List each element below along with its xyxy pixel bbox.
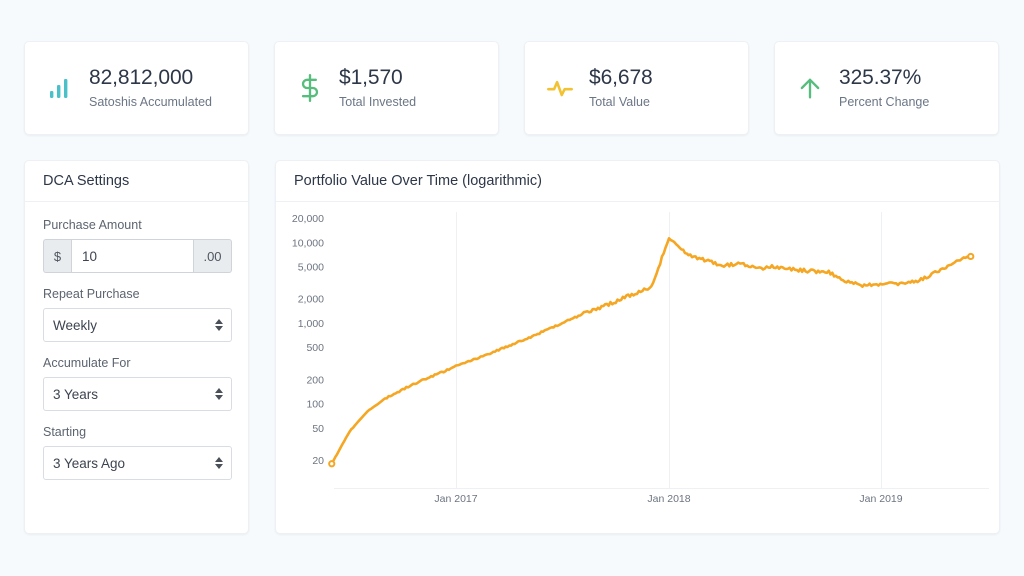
- chart-gridlines: [334, 212, 989, 489]
- starting-value: 3 Years Ago: [43, 446, 232, 480]
- field-repeat-purchase: Repeat Purchase Weekly: [43, 287, 230, 342]
- dollar-sign-icon: [293, 71, 327, 105]
- dashboard-page: 82,812,000 Satoshis Accumulated $1,570 T…: [0, 0, 1024, 576]
- dca-settings-panel: DCA Settings Purchase Amount $ .00 Repea…: [24, 160, 249, 534]
- svg-text:100: 100: [306, 399, 324, 411]
- purchase-amount-label: Purchase Amount: [43, 218, 230, 232]
- svg-text:10,000: 10,000: [292, 237, 324, 249]
- field-accumulate-for: Accumulate For 3 Years: [43, 356, 230, 411]
- stat-value: 325.37%: [839, 66, 929, 90]
- dca-settings-header: DCA Settings: [25, 161, 248, 202]
- svg-text:Jan 2019: Jan 2019: [859, 493, 902, 505]
- dca-settings-title: DCA Settings: [43, 173, 129, 189]
- stat-card-total-value: $6,678 Total Value: [524, 41, 749, 135]
- pulse-icon: [543, 71, 577, 105]
- starting-select[interactable]: 3 Years Ago: [43, 446, 232, 480]
- purchase-amount-input[interactable]: [71, 239, 194, 273]
- portfolio-value-line: [332, 238, 971, 463]
- stats-row: 82,812,000 Satoshis Accumulated $1,570 T…: [24, 41, 1000, 135]
- stat-card-percent-change: 325.37% Percent Change: [774, 41, 999, 135]
- chart-series: [329, 238, 973, 466]
- accumulate-for-label: Accumulate For: [43, 356, 230, 370]
- stat-text: 82,812,000 Satoshis Accumulated: [89, 66, 212, 110]
- stat-text: $1,570 Total Invested: [339, 66, 416, 110]
- chart-x-axis-labels: Jan 2017 Jan 2018 Jan 2019: [434, 493, 902, 505]
- svg-text:2,000: 2,000: [298, 294, 324, 306]
- stat-value: 82,812,000: [89, 66, 212, 90]
- series-start-point: [329, 461, 334, 466]
- stat-label: Satoshis Accumulated: [89, 95, 212, 110]
- accumulate-for-select[interactable]: 3 Years: [43, 377, 232, 411]
- chart-header: Portfolio Value Over Time (logarithmic): [276, 161, 999, 202]
- svg-text:200: 200: [306, 374, 324, 386]
- dca-settings-body: Purchase Amount $ .00 Repeat Purchase We…: [25, 202, 248, 480]
- stat-value: $6,678: [589, 66, 653, 90]
- chart-title: Portfolio Value Over Time (logarithmic): [294, 173, 542, 189]
- svg-text:20: 20: [312, 455, 324, 467]
- chart-y-axis-labels: 20,000 10,000 5,000 2,000 1,000 500 200 100 50 20: [292, 213, 324, 467]
- repeat-purchase-label: Repeat Purchase: [43, 287, 230, 301]
- arrow-up-icon: [793, 71, 827, 105]
- portfolio-line-chart[interactable]: 20,00010,0005,0002,0001,0005002001005020…: [276, 202, 999, 533]
- field-purchase-amount: Purchase Amount $ .00: [43, 218, 230, 273]
- stat-label: Percent Change: [839, 95, 929, 110]
- portfolio-chart-panel: Portfolio Value Over Time (logarithmic) …: [275, 160, 1000, 534]
- svg-text:1,000: 1,000: [298, 318, 324, 330]
- field-starting: Starting 3 Years Ago: [43, 425, 230, 480]
- stat-label: Total Value: [589, 95, 653, 110]
- stat-text: 325.37% Percent Change: [839, 66, 929, 110]
- svg-text:500: 500: [306, 342, 324, 354]
- stat-value: $1,570: [339, 66, 416, 90]
- svg-text:Jan 2018: Jan 2018: [647, 493, 690, 505]
- repeat-purchase-value: Weekly: [43, 308, 232, 342]
- accumulate-for-value: 3 Years: [43, 377, 232, 411]
- stat-label: Total Invested: [339, 95, 416, 110]
- svg-text:5,000: 5,000: [298, 262, 324, 274]
- svg-text:50: 50: [312, 423, 324, 435]
- stat-card-satoshis-accumulated: 82,812,000 Satoshis Accumulated: [24, 41, 249, 135]
- cents-suffix-addon: .00: [194, 239, 232, 273]
- purchase-amount-input-group: $ .00: [43, 239, 232, 273]
- svg-text:20,000: 20,000: [292, 213, 324, 225]
- series-end-point: [968, 254, 973, 259]
- bar-chart-icon: [43, 71, 77, 105]
- currency-prefix-addon: $: [43, 239, 71, 273]
- chart-area: 20,00010,0005,0002,0001,0005002001005020…: [276, 202, 1001, 534]
- stat-text: $6,678 Total Value: [589, 66, 653, 110]
- repeat-purchase-select[interactable]: Weekly: [43, 308, 232, 342]
- starting-label: Starting: [43, 425, 230, 439]
- stat-card-total-invested: $1,570 Total Invested: [274, 41, 499, 135]
- svg-text:Jan 2017: Jan 2017: [434, 493, 477, 505]
